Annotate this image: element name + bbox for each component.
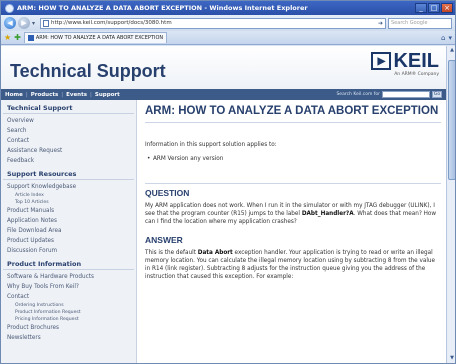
sidebar-item-product-brochures[interactable]: Product Brochures [1,323,136,333]
nav-home[interactable]: Home [5,92,23,98]
nav-events[interactable]: Events [66,92,87,98]
sidebar-item-newsletters[interactable]: Newsletters [1,333,136,343]
page-title: ARM: HOW TO ANALYZE A DATA ABORT EXCEPTI… [145,105,439,117]
divider [145,183,441,184]
divider [145,122,441,123]
tab-current[interactable]: ARM: HOW TO ANALYZE A DATA ABORT EXCEPTI… [23,32,168,43]
page-menu-icon[interactable]: ▾ [448,34,452,42]
sidebar-heading[interactable]: Technical Support [3,104,134,114]
site-search-input[interactable] [382,91,430,98]
question-heading: QUESTION [145,188,190,198]
answer-heading: ANSWER [145,235,183,245]
add-favorites-icon[interactable]: ✚ [14,33,21,42]
nav-products[interactable]: Products [31,92,59,98]
history-dropdown-icon[interactable]: ▾ [32,20,38,27]
favorites-star-icon[interactable]: ★ [4,33,11,42]
site-search-label: Search Keil.com for [336,92,380,97]
answer-label: Data Abort [197,250,233,256]
site-header: Technical Support ▶ KEIL An ARM® Company [1,46,446,89]
answer-text: This is the default Data Abort exception… [145,249,441,281]
tab-page-icon [27,35,34,41]
sidebar-subitem-top-10-articles[interactable]: Top 10 Articles [1,199,136,206]
sidebar-item-contact[interactable]: Contact [1,292,136,302]
url-text[interactable]: http://www.keil.com/support/docs/3080.ht… [51,20,376,26]
sidebar-subitem-pricing-information-request[interactable]: Pricing Information Request [1,316,136,323]
sidebar-item-product-manuals[interactable]: Product Manuals [1,206,136,216]
scrollbar-thumb[interactable] [448,60,455,180]
sidebar-item-file-download-area[interactable]: File Download Area [1,226,136,236]
sidebar-section-support-resources: Support Resources Support Knowledgebase … [1,170,136,256]
sidebar-subitem-article-index[interactable]: Article Index [1,192,136,199]
maximize-button[interactable]: □ [428,3,440,13]
go-icon[interactable]: ➜ [378,20,383,27]
keil-logo-mark-icon: ▶ [371,52,392,70]
vertical-scrollbar[interactable]: ▲ ▼ [446,46,455,363]
sidebar-item-discussion-forum[interactable]: Discussion Forum [1,246,136,256]
site-title: Technical Support [10,61,166,81]
nav-separator: | [90,91,92,98]
url-field[interactable]: http://www.keil.com/support/docs/3080.ht… [40,17,386,29]
main-content: ARM: HOW TO ANALYZE A DATA ABORT EXCEPTI… [145,100,441,363]
question-text: My ARM application does not work. When I… [145,202,441,226]
keil-logo-text: KEIL [393,50,439,72]
site-search: Search Keil.com for Go [336,91,442,98]
sidebar-item-software-hardware-products[interactable]: Software & Hardware Products [1,272,136,282]
sidebar-item-application-notes[interactable]: Application Notes [1,216,136,226]
sidebar-item-feedback[interactable]: Feedback [1,156,136,166]
sidebar-item-product-updates[interactable]: Product Updates [1,236,136,246]
sidebar-subitem-product-information-request[interactable]: Product Information Request [1,309,136,316]
keil-logo-subtitle: An ARM® Company [394,72,439,77]
scroll-down-icon[interactable]: ▼ [448,355,455,363]
command-tools: ⌂ ▾ [441,34,452,42]
applies-item: ARM Version any version [145,155,441,163]
site-nav-links: Home | Products | Events | Support [5,92,120,98]
forward-icon[interactable]: ▶ [18,17,30,29]
sidebar-item-why-buy[interactable]: Why Buy Tools From Keil? [1,282,136,292]
window-controls: _ □ × [415,3,453,13]
browser-window: ARM: HOW TO ANALYZE A DATA ABORT EXCEPTI… [0,0,456,364]
page-icon [43,19,49,27]
nav-separator: | [25,91,28,98]
back-icon[interactable]: ◀ [4,17,16,29]
site-nav: Home | Products | Events | Support Search Keil… [1,89,446,100]
home-icon[interactable]: ⌂ [441,34,445,42]
tab-label: ARM: HOW TO ANALYZE A DATA ABORT EXCEPTI… [35,35,164,41]
window-title: ARM: HOW TO ANALYZE A DATA ABORT EXCEPTI… [17,4,308,12]
command-bar: ★ ✚ ARM: HOW TO ANALYZE A DATA ABORT EXC… [1,31,455,45]
address-bar: ◀ ▶ ▾ http://www.keil.com/support/docs/3… [1,15,455,31]
nav-separator: | [61,91,64,98]
scroll-up-icon[interactable]: ▲ [448,47,455,56]
sidebar-item-overview[interactable]: Overview [1,116,136,126]
ie-icon [5,3,14,13]
sidebar-item-support-knowledgebase[interactable]: Support Knowledgebase [1,182,136,192]
keil-logo[interactable]: ▶ KEIL An ARM® Company [371,50,439,77]
browser-search-input[interactable]: Search Google ⚲ [388,17,452,29]
sidebar-heading[interactable]: Product Information [3,260,134,270]
sidebar-section-technical-support: Technical Support Overview Search Contac… [1,104,136,166]
answer-text-1: This is the default [145,250,198,256]
sidebar-item-search[interactable]: Search [1,126,136,136]
web-page: Technical Support ▶ KEIL An ARM® Company… [1,46,446,363]
minimize-button[interactable]: _ [415,3,427,13]
sidebar-subitem-ordering-instructions[interactable]: Ordering Instructions [1,302,136,309]
nav-support[interactable]: Support [95,92,120,98]
sidebar: Technical Support Overview Search Contac… [1,100,137,363]
question-label: DAbt_Handler?A [301,211,354,217]
close-button[interactable]: × [441,3,453,13]
search-placeholder[interactable]: Search Google [391,20,449,26]
sidebar-section-product-information: Product Information Software & Hardware … [1,260,136,343]
site-search-button[interactable]: Go [432,91,442,98]
sidebar-heading[interactable]: Support Resources [3,170,134,180]
applies-intro: Information in this support solution app… [145,142,277,148]
sidebar-item-assistance-request[interactable]: Assistance Request [1,146,136,156]
sidebar-item-contact[interactable]: Contact [1,136,136,146]
title-bar: ARM: HOW TO ANALYZE A DATA ABORT EXCEPTI… [1,1,455,15]
